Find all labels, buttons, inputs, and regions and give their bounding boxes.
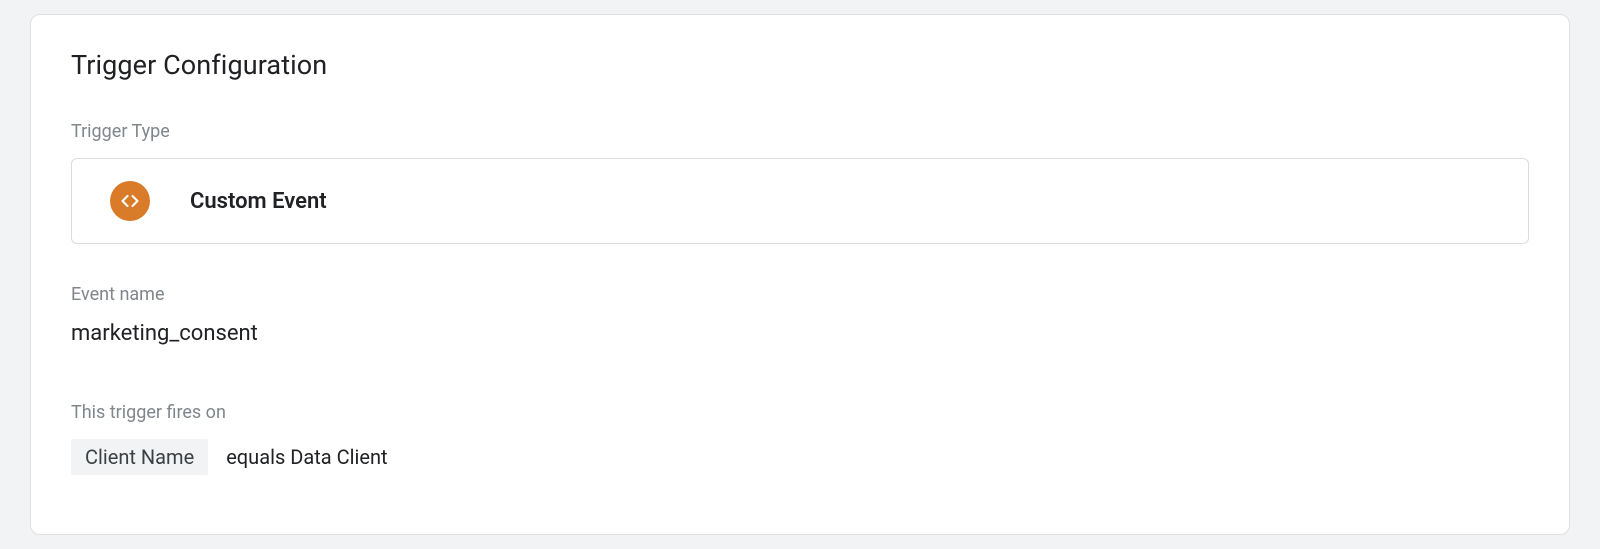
condition-variable-chip[interactable]: Client Name	[71, 439, 208, 475]
event-name-label: Event name	[71, 284, 1529, 305]
fires-on-condition: Client Name equals Data Client	[71, 439, 1529, 475]
trigger-type-selector[interactable]: Custom Event	[71, 158, 1529, 244]
trigger-type-name: Custom Event	[190, 189, 327, 214]
code-icon	[110, 181, 150, 221]
condition-operator-value: equals Data Client	[226, 445, 387, 469]
card-title: Trigger Configuration	[71, 49, 1529, 81]
event-name-value: marketing_consent	[71, 321, 1529, 346]
fires-on-label: This trigger fires on	[71, 402, 1529, 423]
trigger-type-label: Trigger Type	[71, 121, 1529, 142]
trigger-configuration-card: Trigger Configuration Trigger Type Custo…	[30, 14, 1570, 535]
